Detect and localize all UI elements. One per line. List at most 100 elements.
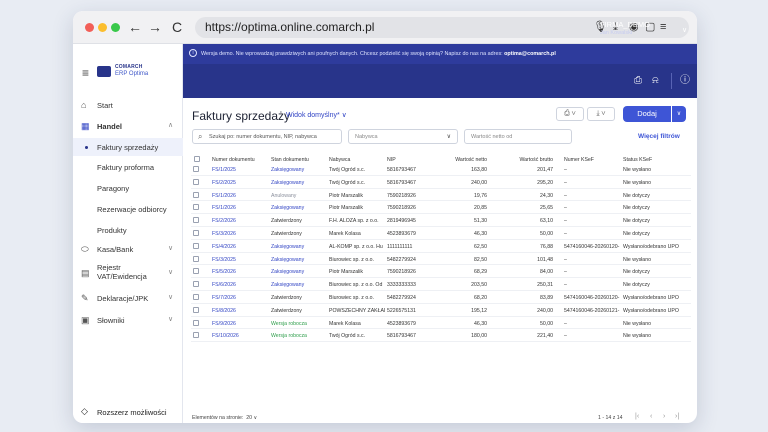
company-name[interactable]: FIRMA_DEMO — [600, 20, 650, 29]
table-row[interactable]: FS/9/2026 Wersja robocza Marek Kolasa 45238… — [191, 317, 691, 330]
reload-icon[interactable]: C — [172, 18, 182, 36]
document-number-link[interactable]: FS/3/2025 — [212, 257, 267, 263]
row-checkbox[interactable] — [193, 332, 199, 339]
sidebar-sub-paragony[interactable]: Paragony — [73, 179, 183, 197]
row-checkbox[interactable] — [193, 242, 199, 249]
sidebar-item-start[interactable]: ⌂ Start — [73, 98, 183, 114]
table-row[interactable]: FS/2/2026 Zatwierdzony F.H. ALOZA sp. z o.… — [191, 214, 691, 227]
table-row[interactable]: FS/6/2026 Zaksięgowany Biurowiec sp. z o.o… — [191, 278, 691, 291]
table-row[interactable]: FS/7/2026 Zatwierdzony Biurowiec sp. z o.o… — [191, 291, 691, 304]
sidebar-sub-faktury-proforma[interactable]: Faktury proforma — [73, 158, 183, 176]
view-selector[interactable]: Widok domyślny* ∨ — [286, 111, 347, 119]
table-cell: Nie dotyczy — [623, 282, 650, 289]
chevron-down-icon[interactable]: ∨ — [682, 26, 687, 34]
table-cell: 68,20 — [474, 295, 487, 301]
buyer-filter-select[interactable]: Nabywca ∨ — [348, 129, 458, 144]
chevron-down-icon: ∨ — [168, 245, 174, 252]
table-cell: Wysłano/odebrano UPO — [623, 307, 679, 314]
row-checkbox[interactable] — [193, 191, 199, 198]
table-row[interactable]: FS/2/2025 Zaksięgowany Twój Ogród s.c. 5816… — [191, 176, 691, 189]
sidebar-sub-faktury-sprzedazy[interactable]: Faktury sprzedaży — [73, 138, 183, 156]
document-number-link[interactable]: FS/10/2026 — [212, 333, 267, 339]
row-checkbox[interactable] — [193, 294, 199, 300]
document-number-link[interactable]: FS/2/2026 — [212, 218, 267, 224]
document-number-link[interactable]: FS/5/2026 — [212, 269, 267, 275]
row-checkbox[interactable] — [193, 204, 199, 211]
document-number-link[interactable]: FS/2/2025 — [212, 180, 267, 186]
table-row[interactable]: FS/1/2025 Zaksięgowany Twój Ogród s.c. 5816… — [191, 163, 691, 176]
chevron-down-icon: ∨ — [168, 316, 174, 323]
add-button[interactable]: Dodaj — [623, 106, 671, 122]
document-number-link[interactable]: FS/1/2025 — [212, 167, 267, 173]
table-row[interactable]: FS/4/2026 Zaksięgowany AL-KOMP sp. z o.o. … — [191, 240, 691, 253]
net-amount-from-input[interactable]: Wartość netto od — [464, 129, 572, 144]
document-number-link[interactable]: FS/4/2026 — [212, 244, 267, 250]
sidebar-item-deklaracje-jpk[interactable]: ✎ Deklaracje/JPK ∨ — [73, 291, 183, 307]
row-checkbox[interactable] — [193, 255, 199, 262]
more-filters-link[interactable]: Więcej filtrów — [638, 133, 680, 140]
table-row[interactable]: FS/10/2026 Wersja robocza Twój Ogród s.c. 5… — [191, 329, 691, 343]
document-number-link[interactable]: FS/3/2026 — [212, 231, 267, 237]
document-number-link[interactable]: FS/1/2026 — [212, 193, 267, 199]
table-cell: Piotr Marszalik — [329, 192, 364, 199]
document-number-link[interactable]: FS/6/2026 — [212, 282, 267, 288]
row-checkbox[interactable] — [193, 281, 199, 288]
table-row[interactable]: FS/3/2025 Zaksięgowany Biurowiec sp. z o.o… — [191, 253, 691, 266]
add-dropdown-chevron-icon[interactable]: ∨ — [672, 106, 686, 122]
row-checkbox[interactable] — [193, 230, 199, 236]
table-cell: 240,00 — [537, 307, 553, 314]
per-page-control[interactable]: Elementów na stronie: 20 ∨ — [192, 415, 257, 421]
sidebar-item-handel[interactable]: ▦ Handel ∧ — [73, 119, 183, 135]
table-row[interactable]: FS/1/2026 Anulowany Piotr Marszalik 7590218… — [191, 189, 691, 202]
status-badge: Wersja robocza — [271, 320, 307, 327]
document-number-link[interactable]: FS/8/2026 — [212, 308, 267, 314]
document-settings-icon[interactable]: ⎙ — [634, 75, 642, 87]
document-number-link[interactable]: FS/7/2026 — [212, 295, 267, 301]
row-checkbox[interactable] — [193, 217, 199, 224]
table-row[interactable]: FS/3/2026 Zatwierdzony Marek Kolasa 4523893… — [191, 227, 691, 240]
table-row[interactable]: FS/8/2026 Zatwierdzony POWSZECHNY ZAKŁAD 52… — [191, 304, 691, 317]
user-name: Jan Kowalski — [600, 30, 633, 36]
prev-page-icon[interactable]: ‹ — [650, 413, 652, 420]
document-number-link[interactable]: FS/1/2026 — [212, 205, 267, 211]
table-cell: 5474160046-20260121- — [564, 307, 620, 314]
print-menu-button[interactable]: ⎙ ∨ — [556, 107, 584, 121]
search-input[interactable]: ⌕ Szukaj po: numer dokumentu, NIP, nabyw… — [192, 129, 342, 144]
next-page-icon[interactable]: › — [663, 413, 665, 420]
notice-email-link[interactable]: optima@comarch.pl — [504, 51, 556, 57]
sidebar-item-rejestr-vat[interactable]: ▤ Rejestr VAT/Ewidencja ∨ — [73, 263, 183, 285]
select-all-checkbox[interactable] — [194, 156, 200, 162]
document-number-link[interactable]: FS/9/2026 — [212, 321, 267, 327]
sidebar-sub-produkty[interactable]: Produkty — [73, 221, 183, 239]
back-icon[interactable]: ← — [128, 18, 142, 36]
hamburger-menu-icon[interactable]: ≡ — [82, 66, 89, 80]
sidebar-sub-rezerwacje-odbiorcy[interactable]: Rezerwacje odbiorcy — [73, 200, 183, 218]
forward-icon[interactable]: → — [148, 18, 162, 36]
row-checkbox[interactable] — [193, 319, 199, 326]
first-page-icon[interactable]: |‹ — [635, 413, 639, 420]
menu-icon[interactable]: ≡ — [660, 20, 666, 34]
last-page-icon[interactable]: ›| — [675, 413, 679, 420]
row-checkbox[interactable] — [193, 178, 199, 185]
sidebar-item-slowniki[interactable]: ▣ Słowniki ∨ — [73, 313, 183, 329]
maximize-window-button[interactable] — [111, 23, 120, 32]
sidebar-item-kasa-bank[interactable]: ⬭ Kasa/Bank ∨ — [73, 242, 183, 258]
status-badge: Zaksięgowany — [271, 179, 305, 186]
status-badge: Zaksięgowany — [271, 243, 305, 250]
table-cell: Biurowiec sp. z o.o. — [329, 256, 374, 263]
export-menu-button[interactable]: ⤓ ∨ — [587, 107, 615, 121]
table-cell: Nie wysłano — [623, 179, 651, 186]
sidebar-rozszerz-mozliwosci[interactable]: ◇ Rozszerz możliwości — [73, 406, 183, 420]
info-icon: i — [189, 49, 197, 57]
row-checkbox[interactable] — [193, 306, 199, 313]
table-cell: 295,20 — [537, 179, 553, 186]
table-row[interactable]: FS/5/2026 Zaksięgowany Piotr Marszalik 7590… — [191, 265, 691, 279]
table-row[interactable]: FS/1/2026 Zaksięgowany Piotr Marszalik 7590… — [191, 201, 691, 215]
row-checkbox[interactable] — [193, 268, 199, 275]
minimize-window-button[interactable] — [98, 23, 107, 32]
close-window-button[interactable] — [85, 23, 94, 32]
bell-icon[interactable]: ⍾ — [652, 75, 659, 87]
help-icon[interactable]: ⓘ — [680, 75, 690, 87]
table-cell: Nie dotyczy — [623, 218, 650, 225]
row-checkbox[interactable] — [193, 166, 199, 172]
